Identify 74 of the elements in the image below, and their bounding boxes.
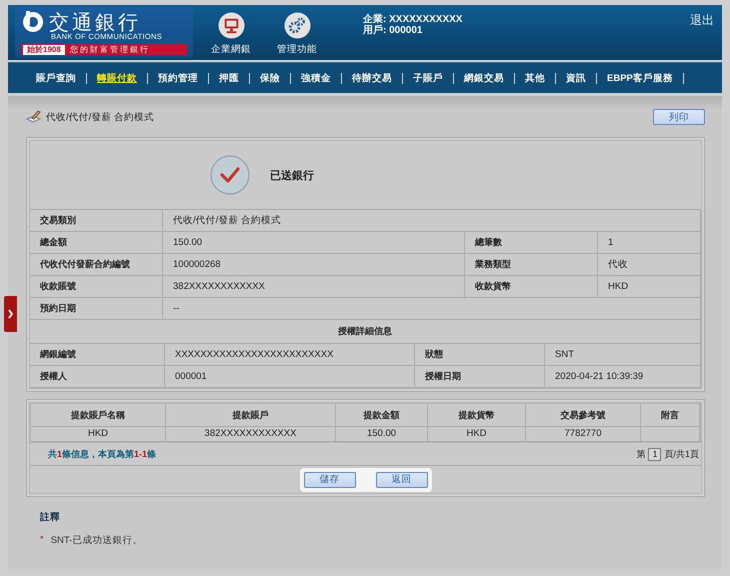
status-text: 已送銀行: [270, 168, 314, 182]
check-icon: [210, 155, 250, 195]
field-label: 授權人: [30, 366, 165, 388]
field-value: 2020-04-21 10:39:39: [545, 366, 701, 388]
column-header: 提款賬戶: [166, 404, 336, 427]
gears-icon: [284, 12, 310, 39]
table-cell: 7782770: [526, 427, 641, 442]
nav-item[interactable]: 強積金: [291, 72, 342, 84]
nav-item[interactable]: 子賬戶: [403, 72, 454, 84]
record-summary: 共1條信息，本頁為第1-1條: [48, 448, 156, 460]
founded-label: 始於1908: [23, 44, 65, 54]
nav-item[interactable]: EBPP客戶服務: [597, 72, 684, 84]
app-button[interactable]: 企業網銀: [211, 5, 251, 60]
column-header: 交易參考號: [526, 404, 641, 427]
field-value: 代收: [598, 254, 701, 276]
field-label: 收款賬號: [30, 276, 163, 298]
field-value: 000001: [165, 366, 415, 388]
bank-slogan: 您的財富管理銀行: [70, 44, 150, 55]
nav-item[interactable]: 其他: [515, 72, 556, 84]
section-heading: 授權詳細信息: [30, 320, 701, 344]
nav-item[interactable]: 轉賬付款: [87, 72, 148, 84]
field-value: SNT: [545, 344, 701, 366]
table-cell: HKD: [428, 427, 526, 442]
page-total: 頁/共1頁: [664, 448, 699, 460]
notes-title: 註釋: [40, 511, 61, 524]
field-label: 收款貨幣: [465, 276, 598, 298]
field-label: 授權日期: [415, 366, 545, 388]
table-cell: 382XXXXXXXXXXXX: [166, 427, 336, 442]
save-button[interactable]: 儲存: [304, 472, 356, 488]
field-value: --: [163, 298, 701, 320]
nav-item[interactable]: 待辦交易: [342, 72, 403, 84]
column-header: 提款貨幣: [428, 404, 526, 427]
field-value: 代收/代付/發薪 合約模式: [163, 210, 701, 232]
field-label: 總金額: [30, 232, 163, 254]
field-label: 交易類別: [30, 210, 163, 232]
page-title: 代收/代付/發薪 合約模式: [46, 111, 154, 124]
bank-logo-icon: [21, 10, 45, 34]
nav-item[interactable]: 押匯: [209, 72, 250, 84]
field-label: 代收代付發薪合約編號: [30, 254, 163, 276]
page-label: 第: [636, 448, 646, 460]
company-label: 企業: XXXXXXXXXXX: [363, 14, 462, 25]
nav-item[interactable]: 網銀交易: [454, 72, 515, 84]
logout-link[interactable]: 退出: [690, 12, 714, 29]
column-header: 提款賬戶名稱: [31, 404, 166, 427]
monitor-icon: [218, 12, 244, 39]
field-value: 100000268: [163, 254, 465, 276]
nav-item[interactable]: 保險: [250, 72, 291, 84]
edit-icon: [26, 110, 42, 124]
page-number-field[interactable]: 1: [648, 448, 662, 460]
print-button[interactable]: 列印: [653, 109, 705, 125]
back-button[interactable]: 返回: [376, 472, 428, 488]
field-value: HKD: [598, 276, 701, 298]
table-cell: 150.00: [336, 427, 428, 442]
field-label: 預約日期: [30, 298, 163, 320]
field-value: 1: [598, 232, 701, 254]
field-label: 總筆數: [465, 232, 598, 254]
column-header: 提款金額: [336, 404, 428, 427]
column-header: 附言: [641, 404, 700, 427]
user-label: 用戶: 000001: [363, 25, 422, 36]
expand-tab-icon[interactable]: [4, 296, 17, 332]
field-label: 業務類型: [465, 254, 598, 276]
nav-item[interactable]: 賬戶查詢: [26, 72, 87, 84]
note-marker: *: [40, 534, 44, 547]
table-cell: HKD: [31, 427, 166, 442]
field-label: 狀態: [415, 344, 545, 366]
bank-name: 交通銀行: [49, 11, 141, 33]
note-text: SNT-已成功送銀行。: [50, 534, 142, 547]
nav-item[interactable]: 預約管理: [148, 72, 209, 84]
nav-item[interactable]: 資訊: [556, 72, 597, 84]
app-button[interactable]: 管理功能: [277, 5, 317, 60]
field-value: 382XXXXXXXXXXXX: [163, 276, 465, 298]
field-value: 150.00: [163, 232, 465, 254]
field-value: XXXXXXXXXXXXXXXXXXXXXXXXX: [165, 344, 415, 366]
field-label: 網銀編號: [30, 344, 165, 366]
